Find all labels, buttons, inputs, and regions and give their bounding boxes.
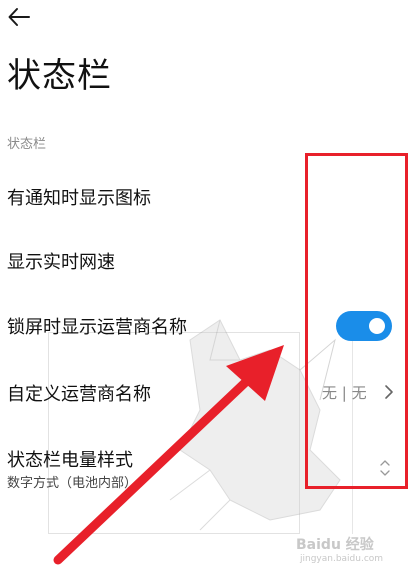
setting-sub-value: 数字方式（电池内部） [7, 476, 138, 491]
setting-label: 有通知时显示图标 [7, 188, 151, 209]
setting-label: 自定义运营商名称 [7, 384, 151, 405]
back-arrow-icon[interactable] [6, 4, 32, 30]
baidu-watermark-logo: Baidu 经验 [296, 537, 374, 553]
page-title: 状态栏 [7, 56, 112, 96]
setting-label: 状态栏电量样式 [7, 450, 133, 471]
baidu-watermark-url: jingyan.baidu.com [300, 554, 384, 564]
setting-label: 锁屏时显示运营商名称 [7, 317, 187, 338]
section-label: 状态栏 [7, 137, 47, 152]
setting-label: 显示实时网速 [7, 252, 115, 273]
highlight-box [305, 153, 408, 489]
